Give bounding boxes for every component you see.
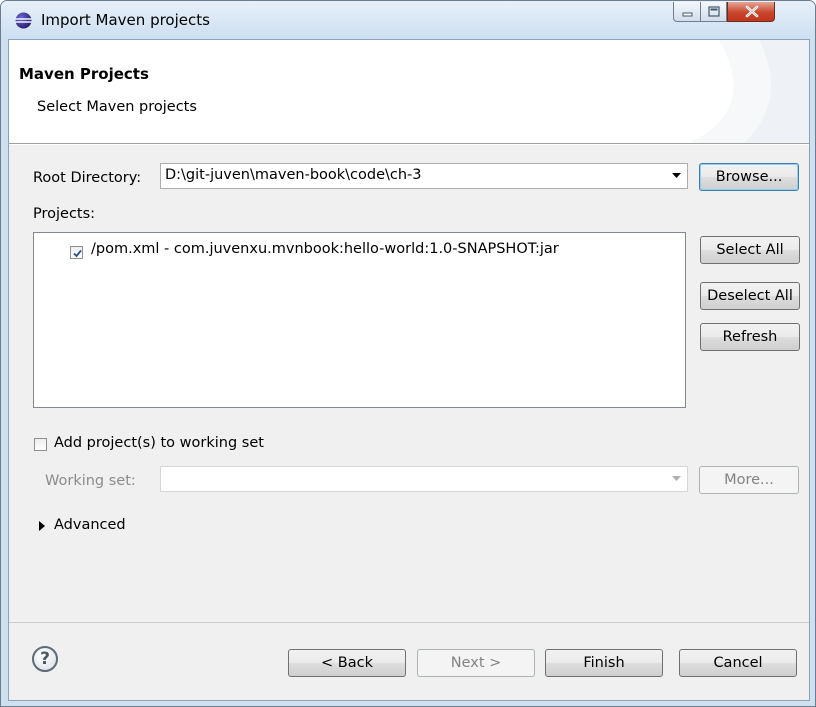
back-button[interactable]: < Back xyxy=(288,649,406,677)
close-button[interactable] xyxy=(727,2,775,22)
project-checkbox[interactable] xyxy=(70,246,83,259)
minimize-icon xyxy=(682,12,693,17)
advanced-toggle[interactable]: Advanced xyxy=(54,517,126,533)
wizard-header: Maven Projects Select Maven projects xyxy=(9,40,809,144)
root-directory-label: Root Directory: xyxy=(33,170,142,186)
working-set-checkbox[interactable] xyxy=(34,438,47,451)
minimize-button[interactable] xyxy=(673,2,701,22)
page-title: Maven Projects xyxy=(19,65,149,83)
maximize-button[interactable] xyxy=(700,2,727,22)
help-icon[interactable]: ? xyxy=(32,646,58,672)
finish-button[interactable]: Finish xyxy=(545,649,663,677)
title-bar[interactable]: Import Maven projects xyxy=(1,1,815,39)
project-item-label: /pom.xml - com.juvenxu.mvnbook:hello-wor… xyxy=(91,241,559,257)
header-separator xyxy=(9,144,809,145)
working-set-combo[interactable] xyxy=(160,466,688,492)
expand-arrow-icon[interactable] xyxy=(39,521,45,531)
cancel-button[interactable]: Cancel xyxy=(679,649,797,677)
page-description: Select Maven projects xyxy=(37,99,197,115)
dialog-content: Maven Projects Select Maven projects Roo… xyxy=(8,39,810,701)
working-set-label: Working set: xyxy=(45,473,136,489)
browse-button[interactable]: Browse... xyxy=(699,163,799,191)
maximize-icon xyxy=(708,6,720,17)
refresh-button[interactable]: Refresh xyxy=(700,323,800,351)
root-directory-value: D:\git-juven\maven-book\code\ch-3 xyxy=(165,167,422,183)
eclipse-icon xyxy=(15,12,32,29)
more-button[interactable]: More... xyxy=(699,466,799,494)
footer-separator xyxy=(9,622,809,623)
close-icon xyxy=(745,5,759,18)
import-maven-dialog: Import Maven projects Maven Projects Sel… xyxy=(0,0,816,707)
select-all-button[interactable]: Select All xyxy=(700,236,800,264)
chevron-down-icon xyxy=(672,476,681,481)
chevron-down-icon xyxy=(672,173,681,178)
projects-tree[interactable]: /pom.xml - com.juvenxu.mvnbook:hello-wor… xyxy=(33,232,686,408)
checkmark-icon xyxy=(73,249,82,258)
root-directory-combo[interactable]: D:\git-juven\maven-book\code\ch-3 xyxy=(160,163,688,189)
header-decoration xyxy=(689,40,809,143)
window-title: Import Maven projects xyxy=(41,11,210,29)
deselect-all-button[interactable]: Deselect All xyxy=(700,282,800,310)
working-set-checkbox-label: Add project(s) to working set xyxy=(54,435,264,451)
projects-label: Projects: xyxy=(33,206,96,222)
next-button[interactable]: Next > xyxy=(417,649,535,677)
